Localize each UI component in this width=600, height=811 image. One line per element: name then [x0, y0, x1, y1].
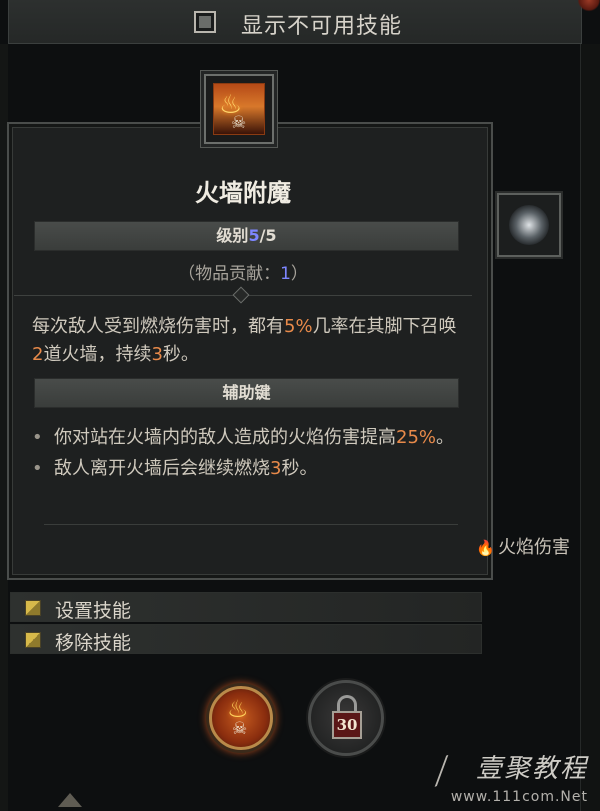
firewall-skill-icon: ♨ ☠ [213, 83, 265, 135]
skull-icon: ☠ [232, 719, 248, 739]
skill-description: 每次敌人受到燃烧伤害时，都有5%几率在其脚下召唤 2道火墙，持续3秒。 [32, 313, 462, 369]
keybind-icon [25, 600, 41, 616]
rank-max: 5 [265, 226, 277, 245]
description-chance: 5% [284, 316, 313, 337]
item-contribution: （物品贡献：1） [0, 259, 486, 284]
skill-title: 火墙附魔 [195, 178, 291, 207]
right-frame [580, 44, 600, 811]
modifier-value: 25% [396, 427, 437, 448]
watermark-site: www.111com.Net [450, 789, 588, 805]
damage-divider [44, 524, 458, 525]
item-contribution-value: 1 [280, 264, 291, 284]
damage-type-label: 火焰伤害 [498, 537, 570, 558]
description-duration: 3 [151, 344, 163, 365]
modifier-header: 辅助键 [34, 378, 459, 408]
frost-vortex-icon [509, 205, 549, 245]
assign-skill-button[interactable]: 设置技能 [10, 592, 482, 622]
rank-bar: 级别5/5 [34, 221, 459, 251]
skill-slot-locked[interactable]: 30 [308, 680, 384, 756]
modifier-text: 你对站在火墙内的敌人造成的火焰伤害提高 [54, 427, 396, 448]
modifier-text-end: 。 [436, 427, 455, 448]
skull-icon: ☠ [231, 113, 247, 133]
description-text-4: 秒。 [162, 344, 199, 365]
flame-icon: 🔥 [476, 539, 495, 557]
bullet-icon: • [32, 427, 43, 448]
skill-slot-firewall[interactable]: ♨ ☠ [209, 686, 273, 750]
show-unavailable-skills-bar: 显示不可用技能 [8, 0, 582, 44]
item-contribution-suffix: ） [290, 264, 308, 284]
lock-level-badge: 30 [332, 711, 362, 739]
corner-ornament [578, 0, 600, 12]
modifier-text: 敌人离开火墙后会继续燃烧 [54, 458, 270, 479]
modifier-value: 3 [270, 458, 282, 479]
ornamental-divider [14, 286, 472, 304]
up-arrow-icon [58, 793, 82, 807]
modifier-item: • 你对站在火墙内的敌人造成的火焰伤害提高25%。 [30, 425, 470, 451]
remove-skill-button[interactable]: 移除技能 [10, 624, 482, 654]
description-count: 2 [32, 344, 44, 365]
modifier-list: • 你对站在火墙内的敌人造成的火焰伤害提高25%。 • 敌人离开火墙后会继续燃烧… [30, 425, 470, 487]
item-contribution-prefix: （物品贡献： [178, 264, 281, 284]
description-text-3: 道火墙，持续 [43, 344, 152, 365]
rank-label: 级别 [216, 226, 249, 245]
damage-type: 🔥 火焰伤害 [476, 533, 570, 559]
watermark-brand: 壹聚教程 [475, 754, 588, 784]
description-text-2: 几率在其脚下召唤 [312, 316, 457, 337]
skill-icon-frame: ♨ ☠ [204, 74, 274, 144]
assign-skill-label[interactable]: 设置技能 [55, 596, 131, 623]
bullet-icon: • [32, 458, 43, 479]
remove-skill-label[interactable]: 移除技能 [55, 628, 131, 655]
show-unavailable-checkbox[interactable] [194, 11, 216, 33]
show-unavailable-label[interactable]: 显示不可用技能 [241, 8, 402, 40]
watermark: ⟋ 壹聚教程 www.111com.Net [424, 748, 588, 805]
passive-skill-node[interactable] [497, 193, 561, 257]
modifier-text-end: 秒。 [281, 458, 318, 479]
description-text-1: 每次敌人受到燃烧伤害时，都有 [32, 316, 284, 337]
modifier-item: • 敌人离开火墙后会继续燃烧3秒。 [30, 456, 470, 482]
keybind-icon [25, 632, 41, 648]
rank-current: 5 [248, 226, 260, 245]
